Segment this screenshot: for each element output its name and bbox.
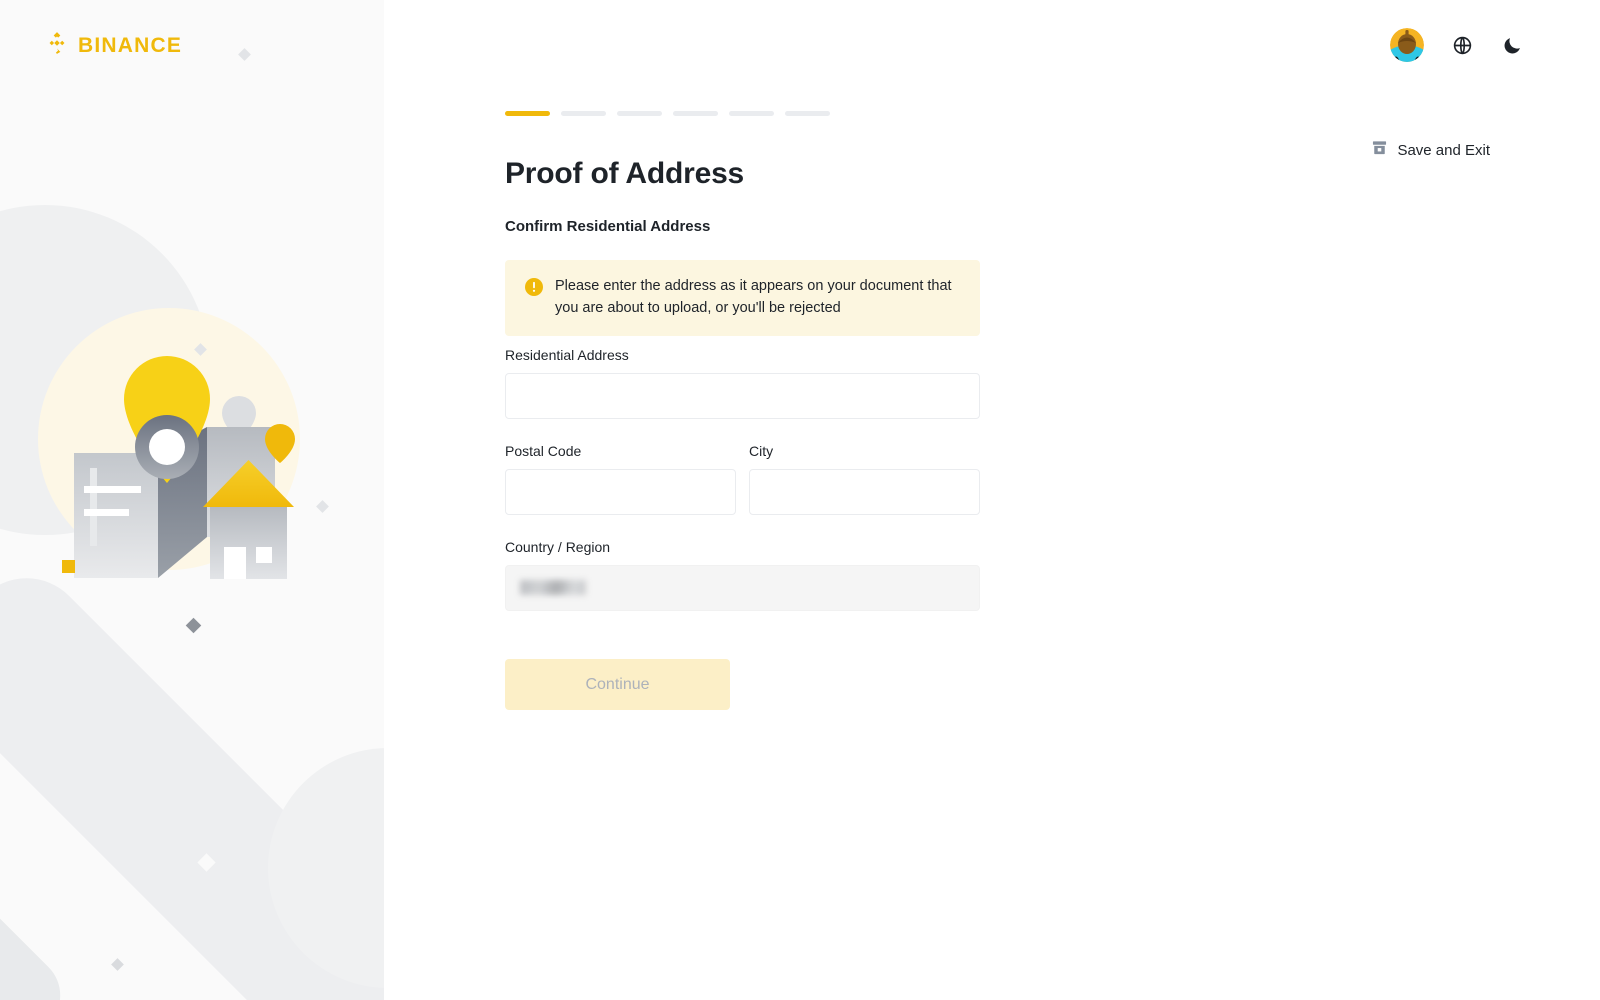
save-box-icon bbox=[1372, 140, 1387, 160]
warning-notice-text: Please enter the address as it appears o… bbox=[555, 276, 962, 320]
field-group-postal-code: Postal Code bbox=[505, 443, 736, 515]
residential-address-input[interactable] bbox=[505, 373, 980, 419]
user-avatar[interactable] bbox=[1390, 28, 1424, 62]
progress-step-1 bbox=[505, 111, 550, 116]
field-group-residential-address: Residential Address bbox=[505, 347, 980, 419]
field-group-country-region: Country / Region bbox=[505, 539, 980, 611]
progress-step-4 bbox=[673, 111, 718, 116]
field-group-city: City bbox=[749, 443, 980, 515]
globe-icon[interactable] bbox=[1450, 33, 1474, 57]
save-and-exit-button[interactable]: Save and Exit bbox=[1372, 140, 1490, 160]
city-label: City bbox=[749, 443, 980, 459]
country-region-input bbox=[505, 565, 980, 611]
page-title: Proof of Address bbox=[505, 157, 744, 191]
moon-icon[interactable] bbox=[1500, 33, 1524, 57]
app-root: BINANCE bbox=[0, 0, 1600, 1000]
yellow-square-accent bbox=[62, 560, 75, 573]
city-input[interactable] bbox=[749, 469, 980, 515]
decorative-square-1 bbox=[115, 925, 124, 934]
continue-button[interactable]: Continue bbox=[505, 659, 730, 710]
decorative-diamond-4 bbox=[186, 618, 202, 634]
residential-address-label: Residential Address bbox=[505, 347, 980, 363]
left-decorative-panel: BINANCE bbox=[0, 0, 384, 1000]
progress-steps bbox=[505, 111, 830, 116]
progress-step-5 bbox=[729, 111, 774, 116]
country-region-label: Country / Region bbox=[505, 539, 980, 555]
progress-step-2 bbox=[561, 111, 606, 116]
decorative-diamond-1 bbox=[238, 48, 251, 61]
progress-step-6 bbox=[785, 111, 830, 116]
decorative-diamond-6 bbox=[111, 958, 124, 971]
section-subtitle: Confirm Residential Address bbox=[505, 218, 710, 235]
topbar bbox=[1390, 28, 1524, 62]
main-content: Save and Exit Proof of Address Confirm R… bbox=[384, 0, 1600, 1000]
binance-logo-text: BINANCE bbox=[78, 34, 182, 58]
warning-notice: Please enter the address as it appears o… bbox=[505, 260, 980, 336]
warning-exclamation-icon bbox=[525, 278, 543, 301]
progress-step-3 bbox=[617, 111, 662, 116]
postal-code-label: Postal Code bbox=[505, 443, 736, 459]
save-and-exit-label: Save and Exit bbox=[1397, 142, 1490, 159]
binance-logo[interactable]: BINANCE bbox=[44, 30, 182, 61]
postal-code-input[interactable] bbox=[505, 469, 736, 515]
address-location-illustration bbox=[62, 355, 332, 620]
binance-diamond-logo-icon bbox=[44, 30, 70, 61]
country-region-redacted-value bbox=[520, 580, 586, 595]
